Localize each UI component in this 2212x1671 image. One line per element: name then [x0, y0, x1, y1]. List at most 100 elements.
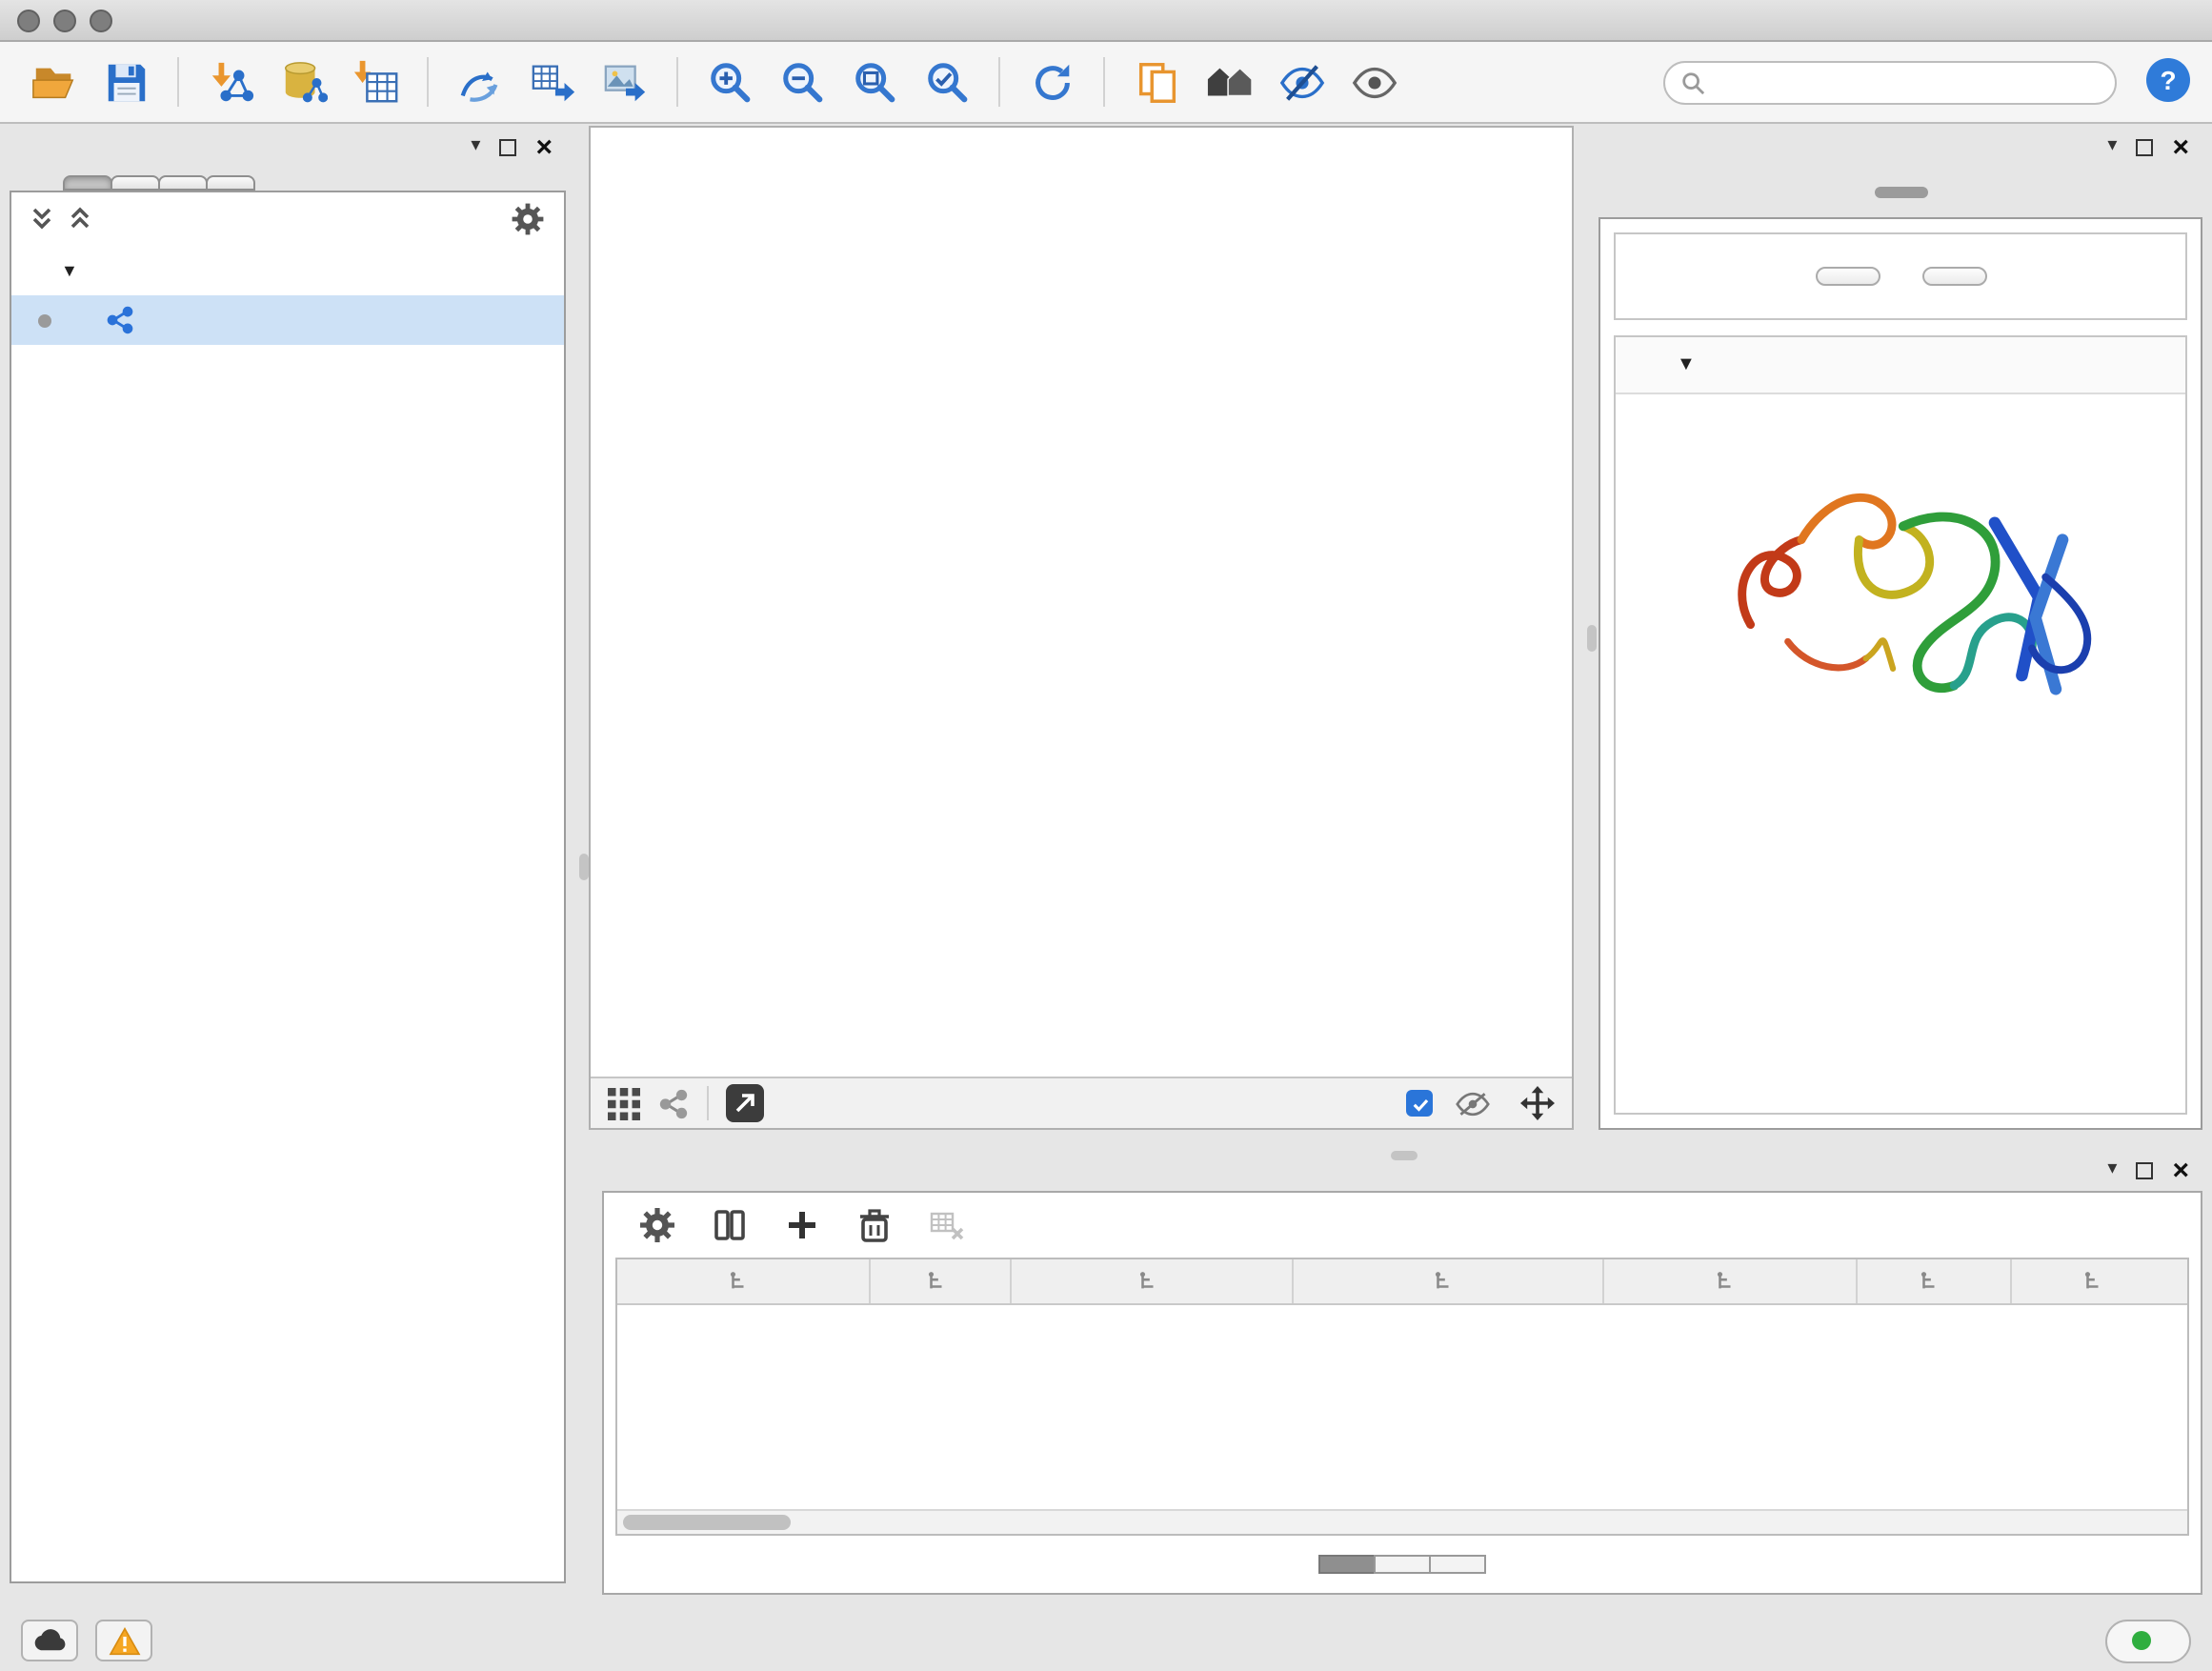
expand-all-button[interactable]: [1815, 267, 1880, 286]
scrollbar-thumb[interactable]: [623, 1515, 791, 1530]
save-disk-icon: [102, 58, 150, 106]
close-panel-icon[interactable]: ×: [535, 132, 553, 161]
column-header-canonical-name[interactable]: [1012, 1259, 1294, 1303]
horizontal-splitter-handle[interactable]: [1391, 1151, 1418, 1160]
zoom-selected-icon: [923, 58, 971, 106]
window-minimize-button[interactable]: [53, 10, 76, 32]
search-field[interactable]: [1663, 60, 2117, 104]
window-zoom-button[interactable]: [90, 10, 112, 32]
cloud-status-button[interactable]: [21, 1620, 78, 1661]
vertical-splitter-handle[interactable]: [1587, 625, 1597, 652]
export-image-button[interactable]: [591, 50, 659, 114]
float-panel-icon[interactable]: [2136, 1161, 2153, 1178]
search-input[interactable]: [1715, 69, 2100, 95]
cloud-icon: [31, 1629, 68, 1652]
save-session-button[interactable]: [91, 50, 160, 114]
detach-view-button[interactable]: [726, 1084, 764, 1122]
memory-button[interactable]: [2105, 1619, 2191, 1662]
import-table-button[interactable]: [341, 50, 410, 114]
apply-layout-button[interactable]: [1017, 50, 1086, 114]
hidden-eye-icon[interactable]: [1456, 1091, 1490, 1116]
table-tabs: [604, 1536, 2201, 1593]
disclosure-triangle-icon[interactable]: ▼: [61, 261, 78, 280]
import-network-database-button[interactable]: [269, 50, 337, 114]
float-panel-icon[interactable]: [499, 138, 516, 155]
add-column-icon[interactable]: [783, 1206, 821, 1244]
column-type-icon: [1433, 1271, 1454, 1292]
delete-column-icon[interactable]: [855, 1206, 894, 1244]
tab-network[interactable]: [63, 175, 112, 191]
tab-string[interactable]: [1874, 187, 1927, 198]
import-network-file-button[interactable]: [196, 50, 265, 114]
column-header-name[interactable]: [871, 1259, 1012, 1303]
first-neighbors-button[interactable]: [446, 50, 514, 114]
disclosure-triangle-icon[interactable]: ▼: [1677, 354, 1696, 375]
network-view-toolbar: [591, 1077, 1572, 1128]
tab-style[interactable]: [111, 175, 160, 191]
refresh-layout-icon: [1028, 58, 1076, 106]
tab-network-table[interactable]: [1428, 1555, 1485, 1574]
export-image-icon: [601, 58, 649, 106]
network-from-selection-icon: [529, 58, 576, 106]
hide-selected-button[interactable]: [1267, 50, 1336, 114]
warnings-button[interactable]: [95, 1620, 152, 1661]
protein-description: [1616, 394, 2185, 410]
column-header-database-identifier[interactable]: [1294, 1259, 1604, 1303]
network-selection-row: [11, 192, 564, 246]
tab-sets[interactable]: [206, 175, 255, 191]
tab-select[interactable]: [158, 175, 208, 191]
network-canvas[interactable]: [591, 128, 1572, 1077]
selected-checkbox-icon[interactable]: [1406, 1090, 1433, 1117]
zoom-fit-button[interactable]: [840, 50, 909, 114]
column-header-description[interactable]: [1604, 1259, 1858, 1303]
column-header-shared-name[interactable]: [617, 1259, 871, 1303]
first-neighbors-icon: [456, 58, 504, 106]
network-collection-row[interactable]: ▼: [11, 246, 564, 295]
new-network-from-selection-button[interactable]: [518, 50, 587, 114]
home-button[interactable]: [1195, 50, 1263, 114]
network-overview-button[interactable]: [657, 1087, 690, 1119]
network-row-selected[interactable]: [11, 295, 564, 345]
window-close-button[interactable]: [17, 10, 40, 32]
tab-edge-table[interactable]: [1373, 1555, 1430, 1574]
horizontal-scrollbar[interactable]: [617, 1509, 2187, 1534]
expand-all-icon[interactable]: [69, 206, 91, 232]
grid-view-button[interactable]: [608, 1087, 640, 1119]
close-panel-icon[interactable]: ×: [2172, 132, 2189, 161]
control-panel-header: ▾ ×: [10, 126, 566, 168]
toolbar-separator: [177, 57, 179, 107]
panel-menu-icon[interactable]: ▾: [2107, 137, 2117, 156]
float-panel-icon[interactable]: [2136, 138, 2153, 155]
tab-node-table[interactable]: [1317, 1555, 1375, 1574]
column-header-namespace[interactable]: [2012, 1259, 2183, 1303]
table-options-gear-icon[interactable]: [638, 1206, 676, 1244]
toolbar-separator: [676, 57, 678, 107]
zoom-out-button[interactable]: [768, 50, 836, 114]
import-network-file-icon: [207, 58, 254, 106]
close-panel-icon[interactable]: ×: [2172, 1156, 2189, 1184]
vertical-splitter-handle[interactable]: [579, 854, 589, 880]
zoom-in-button[interactable]: [695, 50, 764, 114]
copy-document-button[interactable]: [1122, 50, 1191, 114]
results-panel-header: ▾ ×: [1599, 126, 2202, 168]
zoom-fit-icon: [851, 58, 898, 106]
show-all-button[interactable]: [1339, 50, 1408, 114]
collapse-all-icon[interactable]: [30, 206, 53, 232]
table-row[interactable]: [617, 1305, 2187, 1347]
help-button[interactable]: ?: [2143, 54, 2193, 110]
panel-menu-icon[interactable]: ▾: [2107, 1160, 2117, 1179]
zoom-selected-button[interactable]: [913, 50, 981, 114]
open-session-button[interactable]: [19, 50, 88, 114]
protein-section-header[interactable]: ▼: [1616, 337, 2185, 394]
show-columns-icon[interactable]: [711, 1206, 749, 1244]
toolbar-separator: [427, 57, 429, 107]
right-column: ▾ ×: [589, 126, 2202, 1595]
collapse-all-button[interactable]: [1921, 267, 1986, 286]
copy-document-icon: [1133, 58, 1180, 106]
network-options-gear-icon[interactable]: [511, 202, 545, 236]
node-table: [615, 1258, 2189, 1536]
pan-crosshair-button[interactable]: [1513, 1086, 1555, 1120]
toolbar-separator: [1103, 57, 1105, 107]
panel-menu-icon[interactable]: ▾: [471, 137, 480, 156]
column-header-id[interactable]: [1858, 1259, 2012, 1303]
